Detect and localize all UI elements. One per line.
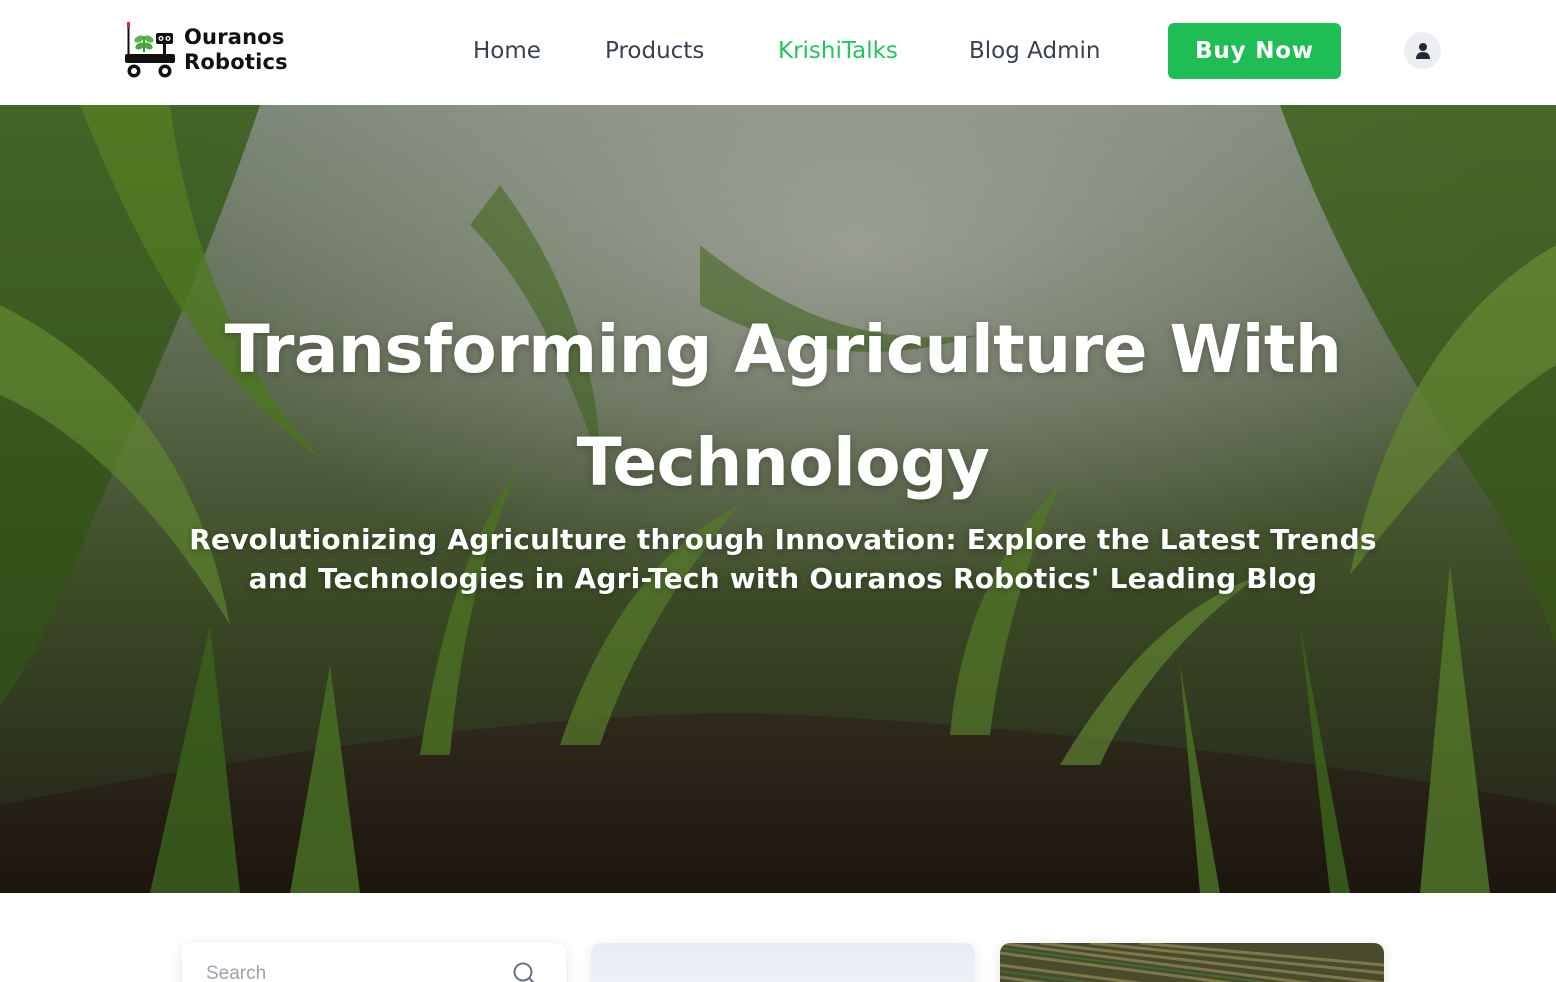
buy-now-button[interactable]: Buy Now [1168, 23, 1341, 79]
hero-title-line1: Transforming Agriculture With [224, 311, 1342, 388]
nav-blog-admin[interactable]: Blog Admin [969, 36, 1100, 66]
hero-title-line2: Technology [576, 424, 990, 501]
hero-section: Transforming Agriculture With Technology… [0, 105, 1556, 893]
hero-subtitle-line1: Revolutionizing Agriculture through Inno… [189, 523, 1377, 556]
site-header: Ouranos Robotics Home Products KrishiTal… [0, 0, 1556, 105]
search-input[interactable] [206, 959, 496, 982]
nav-krishitalks[interactable]: KrishiTalks [778, 36, 898, 66]
blog-content [0, 893, 1556, 982]
hero-subtitle-line2: and Technologies in Agri-Tech with Ouran… [248, 562, 1318, 595]
blog-card-image[interactable] [1000, 943, 1384, 982]
hero-subtitle: Revolutionizing Agriculture through Inno… [168, 520, 1398, 598]
aerial-field-image [1000, 943, 1384, 982]
blog-card[interactable] [591, 943, 975, 982]
user-icon [1415, 42, 1430, 59]
search-box [182, 943, 566, 982]
account-button[interactable] [1404, 32, 1441, 69]
nav-home[interactable]: Home [473, 36, 541, 66]
search-icon[interactable] [512, 961, 538, 982]
nav-products[interactable]: Products [605, 36, 704, 66]
hero-title: Transforming Agriculture With Technology [178, 293, 1388, 519]
